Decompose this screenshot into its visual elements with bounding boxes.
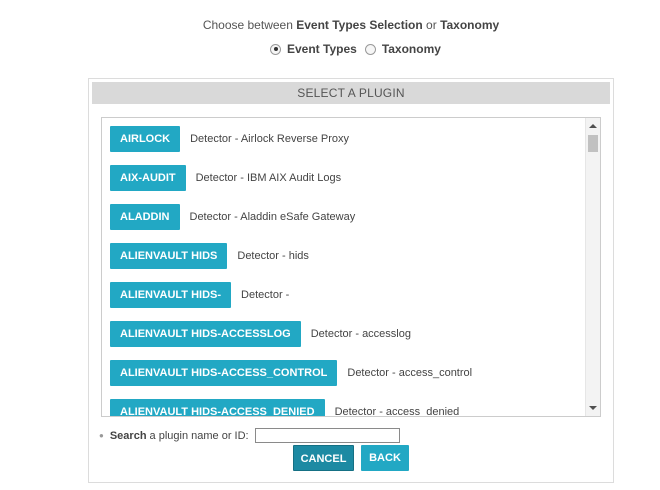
plugin-button-alienvault-hids-access-control[interactable]: ALIENVAULT HIDS-ACCESS_CONTROL bbox=[110, 360, 338, 386]
mode-radio-group: Event Types Taxonomy bbox=[270, 42, 449, 56]
search-label-rest: a plugin name or ID: bbox=[149, 429, 249, 442]
search-row: ● Search a plugin name or ID: bbox=[99, 428, 400, 443]
chooser-option-event-types: Event Types Selection bbox=[296, 18, 423, 32]
plugin-list: AIRLOCK Detector - Airlock Reverse Proxy… bbox=[101, 117, 601, 417]
scroll-down-arrow-icon[interactable] bbox=[589, 406, 597, 410]
plugin-description: Detector - bbox=[241, 289, 290, 301]
radio-taxonomy[interactable] bbox=[364, 43, 376, 55]
plugin-button-aladdin[interactable]: ALADDIN bbox=[110, 204, 180, 230]
plugin-description: Detector - Aladdin eSafe Gateway bbox=[189, 211, 356, 223]
plugin-description: Detector - IBM AIX Audit Logs bbox=[195, 172, 342, 184]
list-item: ALIENVAULT HIDS- Detector - bbox=[110, 282, 289, 308]
plugin-description: Detector - hids bbox=[237, 250, 309, 262]
chooser-text: Choose between Event Types Selection or … bbox=[0, 18, 660, 32]
list-item: ALADDIN Detector - Aladdin eSafe Gateway bbox=[110, 204, 355, 230]
chooser-option-taxonomy: Taxonomy bbox=[440, 18, 500, 32]
plugin-button-alienvault-hids-access-denied[interactable]: ALIENVAULT HIDS-ACCESS_DENIED bbox=[110, 399, 325, 416]
scroll-thumb[interactable] bbox=[588, 135, 598, 152]
plugin-description: Detector - accesslog bbox=[310, 328, 411, 340]
bullet-icon: ● bbox=[99, 431, 104, 440]
plugin-description: Detector - access_denied bbox=[334, 406, 460, 417]
plugin-button-alienvault-hids-dash[interactable]: ALIENVAULT HIDS- bbox=[110, 282, 232, 308]
plugin-button-alienvault-hids-accesslog[interactable]: ALIENVAULT HIDS-ACCESSLOG bbox=[110, 321, 301, 347]
back-button[interactable]: BACK bbox=[361, 445, 409, 471]
chooser-prefix: Choose between bbox=[202, 18, 297, 32]
plugin-button-airlock[interactable]: AIRLOCK bbox=[110, 126, 181, 152]
radio-event-types-label[interactable]: Event Types bbox=[287, 42, 357, 56]
list-item: ALIENVAULT HIDS-ACCESSLOG Detector - acc… bbox=[110, 321, 411, 347]
select-plugin-panel: SELECT A PLUGIN AIRLOCK Detector - Airlo… bbox=[88, 78, 614, 483]
cancel-button[interactable]: CANCEL bbox=[293, 445, 354, 471]
plugin-description: Detector - Airlock Reverse Proxy bbox=[190, 133, 350, 145]
plugin-description: Detector - access_control bbox=[347, 367, 473, 379]
list-item: ALIENVAULT HIDS-ACCESS_CONTROL Detector … bbox=[110, 360, 472, 386]
plugin-button-aix-audit[interactable]: AIX-AUDIT bbox=[110, 165, 186, 191]
list-item: AIX-AUDIT Detector - IBM AIX Audit Logs bbox=[110, 165, 341, 191]
radio-event-types[interactable] bbox=[270, 43, 281, 55]
chooser-middle: or bbox=[422, 18, 441, 32]
search-label-bold: Search bbox=[109, 429, 147, 442]
plugin-search-input[interactable] bbox=[254, 428, 400, 443]
panel-title: SELECT A PLUGIN bbox=[92, 82, 610, 104]
list-scrollbar[interactable] bbox=[585, 118, 600, 416]
list-item: AIRLOCK Detector - Airlock Reverse Proxy bbox=[110, 126, 349, 152]
list-item: ALIENVAULT HIDS-ACCESS_DENIED Detector -… bbox=[110, 399, 460, 417]
radio-taxonomy-label[interactable]: Taxonomy bbox=[382, 42, 441, 56]
list-item: ALIENVAULT HIDS Detector - hids bbox=[110, 243, 309, 269]
scroll-up-arrow-icon[interactable] bbox=[589, 124, 597, 128]
plugin-button-alienvault-hids[interactable]: ALIENVAULT HIDS bbox=[110, 243, 228, 269]
